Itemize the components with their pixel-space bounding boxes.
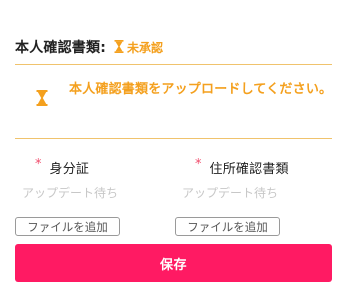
hourglass-icon	[114, 38, 124, 57]
divider	[15, 138, 332, 139]
header-label: 本人確認書類:	[15, 40, 106, 56]
status-badge: 未承認	[114, 38, 163, 57]
verification-header: 本人確認書類: 未承認	[15, 37, 163, 57]
identity-verification-panel: 本人確認書類: 未承認 本人確認書類をアップロードしてください。 * 身分証 ア…	[0, 0, 350, 293]
add-file-button[interactable]: ファイルを追加	[15, 217, 120, 236]
document-label: 身分証	[49, 161, 90, 177]
divider	[15, 64, 332, 65]
save-button[interactable]: 保存	[15, 244, 332, 282]
add-file-button[interactable]: ファイルを追加	[175, 217, 280, 236]
hourglass-icon	[36, 90, 48, 110]
document-status: アップデート待ち	[182, 186, 279, 200]
document-title: * 住所確認書類	[175, 156, 335, 177]
status-text: 未承認	[127, 40, 164, 55]
required-mark: *	[195, 156, 202, 172]
document-address-proof: * 住所確認書類 アップデート待ち ファイルを追加	[175, 156, 335, 236]
document-id-card: * 身分証 アップデート待ち ファイルを追加	[15, 156, 175, 236]
required-mark: *	[35, 156, 42, 172]
document-title: * 身分証	[15, 156, 175, 177]
upload-notice: 本人確認書類をアップロードしてください。	[69, 82, 333, 97]
document-status: アップデート待ち	[22, 186, 119, 200]
document-label: 住所確認書類	[209, 161, 289, 177]
